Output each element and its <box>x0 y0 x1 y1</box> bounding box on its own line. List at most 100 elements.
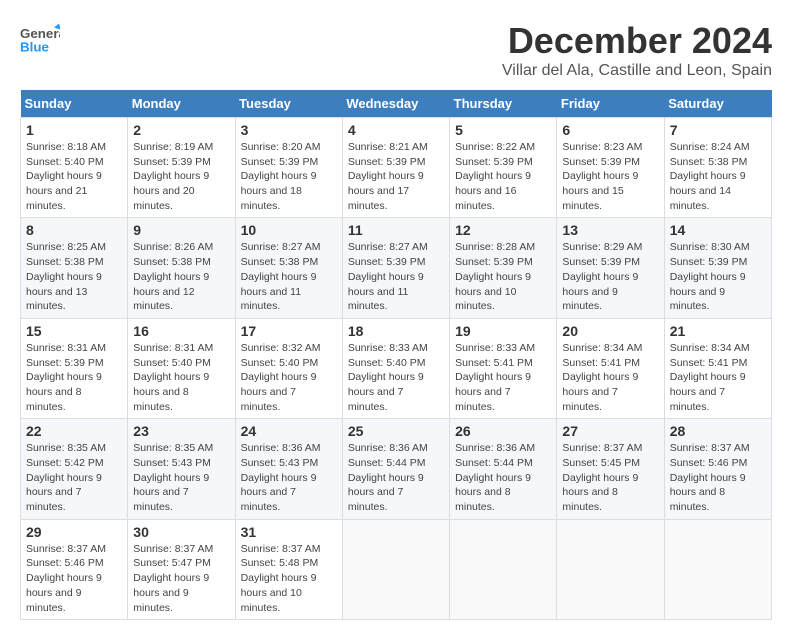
day-info: Sunrise: 8:34 AMSunset: 5:41 PMDaylight … <box>562 341 658 414</box>
day-info: Sunrise: 8:25 AMSunset: 5:38 PMDaylight … <box>26 240 122 313</box>
calendar-week-1: 1 Sunrise: 8:18 AMSunset: 5:40 PMDayligh… <box>21 118 772 218</box>
calendar-cell: 20 Sunrise: 8:34 AMSunset: 5:41 PMDaylig… <box>557 318 664 418</box>
calendar-cell: 15 Sunrise: 8:31 AMSunset: 5:39 PMDaylig… <box>21 318 128 418</box>
day-number: 3 <box>241 122 337 138</box>
day-number: 5 <box>455 122 551 138</box>
calendar-cell: 7 Sunrise: 8:24 AMSunset: 5:38 PMDayligh… <box>664 118 771 218</box>
column-header-friday: Friday <box>557 90 664 118</box>
day-info: Sunrise: 8:31 AMSunset: 5:39 PMDaylight … <box>26 341 122 414</box>
day-number: 29 <box>26 524 122 540</box>
logo: General Blue <box>20 20 60 60</box>
calendar-cell <box>664 519 771 619</box>
column-header-tuesday: Tuesday <box>235 90 342 118</box>
day-number: 2 <box>133 122 229 138</box>
calendar-cell: 13 Sunrise: 8:29 AMSunset: 5:39 PMDaylig… <box>557 218 664 318</box>
day-info: Sunrise: 8:21 AMSunset: 5:39 PMDaylight … <box>348 140 444 213</box>
day-info: Sunrise: 8:26 AMSunset: 5:38 PMDaylight … <box>133 240 229 313</box>
day-info: Sunrise: 8:33 AMSunset: 5:40 PMDaylight … <box>348 341 444 414</box>
calendar-cell: 30 Sunrise: 8:37 AMSunset: 5:47 PMDaylig… <box>128 519 235 619</box>
day-number: 10 <box>241 222 337 238</box>
day-info: Sunrise: 8:35 AMSunset: 5:42 PMDaylight … <box>26 441 122 514</box>
day-info: Sunrise: 8:37 AMSunset: 5:47 PMDaylight … <box>133 542 229 615</box>
calendar-cell: 14 Sunrise: 8:30 AMSunset: 5:39 PMDaylig… <box>664 218 771 318</box>
day-number: 13 <box>562 222 658 238</box>
day-info: Sunrise: 8:19 AMSunset: 5:39 PMDaylight … <box>133 140 229 213</box>
day-number: 1 <box>26 122 122 138</box>
calendar-cell: 23 Sunrise: 8:35 AMSunset: 5:43 PMDaylig… <box>128 419 235 519</box>
calendar-cell: 31 Sunrise: 8:37 AMSunset: 5:48 PMDaylig… <box>235 519 342 619</box>
calendar-cell: 24 Sunrise: 8:36 AMSunset: 5:43 PMDaylig… <box>235 419 342 519</box>
title-section: December 2024 Villar del Ala, Castille a… <box>502 20 772 80</box>
day-info: Sunrise: 8:30 AMSunset: 5:39 PMDaylight … <box>670 240 766 313</box>
day-number: 18 <box>348 323 444 339</box>
svg-text:Blue: Blue <box>20 39 49 54</box>
day-number: 8 <box>26 222 122 238</box>
column-header-sunday: Sunday <box>21 90 128 118</box>
calendar-cell: 8 Sunrise: 8:25 AMSunset: 5:38 PMDayligh… <box>21 218 128 318</box>
day-info: Sunrise: 8:37 AMSunset: 5:45 PMDaylight … <box>562 441 658 514</box>
day-info: Sunrise: 8:22 AMSunset: 5:39 PMDaylight … <box>455 140 551 213</box>
day-number: 19 <box>455 323 551 339</box>
calendar-cell: 4 Sunrise: 8:21 AMSunset: 5:39 PMDayligh… <box>342 118 449 218</box>
day-number: 4 <box>348 122 444 138</box>
calendar-cell: 3 Sunrise: 8:20 AMSunset: 5:39 PMDayligh… <box>235 118 342 218</box>
day-number: 26 <box>455 423 551 439</box>
day-number: 30 <box>133 524 229 540</box>
calendar-cell: 11 Sunrise: 8:27 AMSunset: 5:39 PMDaylig… <box>342 218 449 318</box>
calendar-cell: 10 Sunrise: 8:27 AMSunset: 5:38 PMDaylig… <box>235 218 342 318</box>
calendar-cell: 27 Sunrise: 8:37 AMSunset: 5:45 PMDaylig… <box>557 419 664 519</box>
calendar-cell: 21 Sunrise: 8:34 AMSunset: 5:41 PMDaylig… <box>664 318 771 418</box>
day-info: Sunrise: 8:20 AMSunset: 5:39 PMDaylight … <box>241 140 337 213</box>
day-number: 17 <box>241 323 337 339</box>
calendar-cell: 5 Sunrise: 8:22 AMSunset: 5:39 PMDayligh… <box>450 118 557 218</box>
day-number: 9 <box>133 222 229 238</box>
calendar-cell: 16 Sunrise: 8:31 AMSunset: 5:40 PMDaylig… <box>128 318 235 418</box>
day-number: 23 <box>133 423 229 439</box>
calendar-cell: 28 Sunrise: 8:37 AMSunset: 5:46 PMDaylig… <box>664 419 771 519</box>
day-info: Sunrise: 8:33 AMSunset: 5:41 PMDaylight … <box>455 341 551 414</box>
day-number: 24 <box>241 423 337 439</box>
calendar-week-5: 29 Sunrise: 8:37 AMSunset: 5:46 PMDaylig… <box>21 519 772 619</box>
day-info: Sunrise: 8:37 AMSunset: 5:46 PMDaylight … <box>670 441 766 514</box>
calendar-cell: 6 Sunrise: 8:23 AMSunset: 5:39 PMDayligh… <box>557 118 664 218</box>
day-info: Sunrise: 8:36 AMSunset: 5:44 PMDaylight … <box>455 441 551 514</box>
location-title: Villar del Ala, Castille and Leon, Spain <box>502 62 772 80</box>
calendar-cell: 25 Sunrise: 8:36 AMSunset: 5:44 PMDaylig… <box>342 419 449 519</box>
day-info: Sunrise: 8:27 AMSunset: 5:39 PMDaylight … <box>348 240 444 313</box>
day-number: 31 <box>241 524 337 540</box>
day-info: Sunrise: 8:24 AMSunset: 5:38 PMDaylight … <box>670 140 766 213</box>
column-header-monday: Monday <box>128 90 235 118</box>
day-info: Sunrise: 8:36 AMSunset: 5:44 PMDaylight … <box>348 441 444 514</box>
day-number: 11 <box>348 222 444 238</box>
calendar-week-4: 22 Sunrise: 8:35 AMSunset: 5:42 PMDaylig… <box>21 419 772 519</box>
calendar-cell: 12 Sunrise: 8:28 AMSunset: 5:39 PMDaylig… <box>450 218 557 318</box>
day-number: 21 <box>670 323 766 339</box>
calendar-table: SundayMondayTuesdayWednesdayThursdayFrid… <box>20 90 772 620</box>
day-info: Sunrise: 8:29 AMSunset: 5:39 PMDaylight … <box>562 240 658 313</box>
calendar-cell: 17 Sunrise: 8:32 AMSunset: 5:40 PMDaylig… <box>235 318 342 418</box>
day-info: Sunrise: 8:37 AMSunset: 5:46 PMDaylight … <box>26 542 122 615</box>
calendar-cell: 26 Sunrise: 8:36 AMSunset: 5:44 PMDaylig… <box>450 419 557 519</box>
day-number: 7 <box>670 122 766 138</box>
day-info: Sunrise: 8:23 AMSunset: 5:39 PMDaylight … <box>562 140 658 213</box>
day-info: Sunrise: 8:28 AMSunset: 5:39 PMDaylight … <box>455 240 551 313</box>
column-header-thursday: Thursday <box>450 90 557 118</box>
calendar-cell <box>557 519 664 619</box>
day-number: 27 <box>562 423 658 439</box>
logo-icon: General Blue <box>20 20 60 60</box>
calendar-cell: 9 Sunrise: 8:26 AMSunset: 5:38 PMDayligh… <box>128 218 235 318</box>
day-number: 15 <box>26 323 122 339</box>
calendar-week-2: 8 Sunrise: 8:25 AMSunset: 5:38 PMDayligh… <box>21 218 772 318</box>
column-header-saturday: Saturday <box>664 90 771 118</box>
day-info: Sunrise: 8:34 AMSunset: 5:41 PMDaylight … <box>670 341 766 414</box>
page-header: General Blue December 2024 Villar del Al… <box>20 20 772 80</box>
calendar-cell: 29 Sunrise: 8:37 AMSunset: 5:46 PMDaylig… <box>21 519 128 619</box>
month-title: December 2024 <box>502 20 772 62</box>
day-info: Sunrise: 8:18 AMSunset: 5:40 PMDaylight … <box>26 140 122 213</box>
day-info: Sunrise: 8:27 AMSunset: 5:38 PMDaylight … <box>241 240 337 313</box>
calendar-cell: 2 Sunrise: 8:19 AMSunset: 5:39 PMDayligh… <box>128 118 235 218</box>
calendar-cell: 22 Sunrise: 8:35 AMSunset: 5:42 PMDaylig… <box>21 419 128 519</box>
day-number: 6 <box>562 122 658 138</box>
day-number: 20 <box>562 323 658 339</box>
day-info: Sunrise: 8:35 AMSunset: 5:43 PMDaylight … <box>133 441 229 514</box>
